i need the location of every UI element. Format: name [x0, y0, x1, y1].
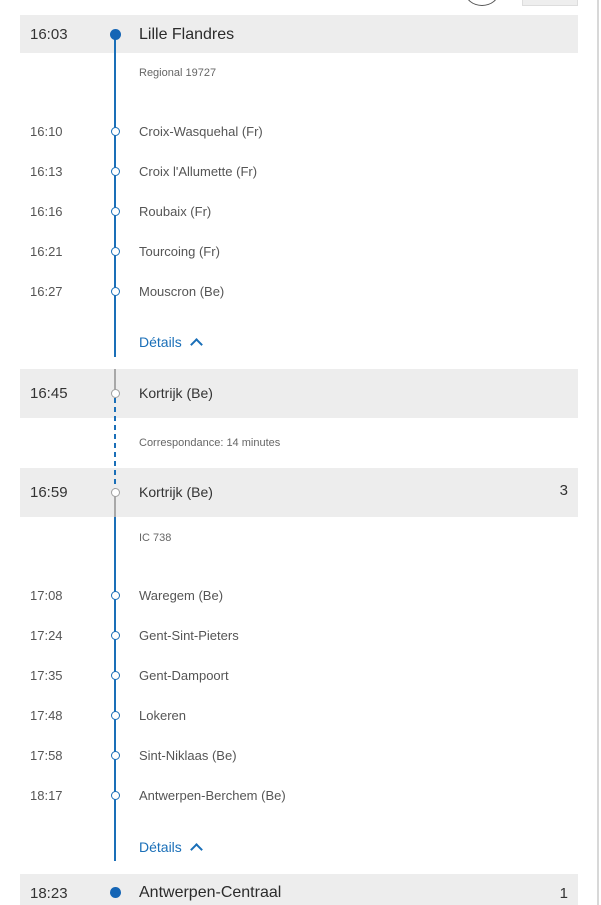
origin-station: Lille Flandres [139, 26, 235, 43]
timeline-transfer [114, 398, 116, 488]
timeline-leg2 [114, 517, 116, 861]
stop-station: Roubaix (Fr) [139, 204, 212, 219]
stop-time: 16:13 [30, 164, 63, 179]
origin-row [20, 15, 578, 53]
stop-time: 16:27 [30, 284, 63, 299]
transfer-departure-station: Kortrijk (Be) [139, 484, 213, 500]
panel-border [597, 0, 599, 905]
stop-dot [110, 247, 120, 256]
stop-station: Antwerpen-Berchem (Be) [139, 788, 286, 803]
destination-row [20, 874, 578, 905]
stop-dot [110, 671, 120, 680]
transfer-departure-time: 16:59 [30, 484, 68, 501]
stop-dot [110, 591, 120, 600]
stop-station: Waregem (Be) [139, 588, 224, 603]
details-label: Détails [139, 334, 182, 350]
timeline-leg1 [114, 35, 116, 357]
leg2-train-label: IC 738 [139, 532, 172, 544]
transfer-arrival-station: Kortrijk (Be) [139, 385, 213, 401]
stop-dot [110, 631, 120, 640]
stop-station: Lokeren [139, 708, 186, 723]
stop-dot [110, 127, 120, 136]
stop-station: Tourcoing (Fr) [139, 244, 220, 259]
origin-time: 16:03 [30, 26, 68, 43]
transfer-arrival-row [20, 369, 578, 418]
connection-info: Correspondance: 14 minutes [139, 437, 281, 449]
stop-dot [110, 207, 120, 216]
leg1-details-toggle[interactable]: Détails [139, 334, 203, 351]
stop-station: Croix-Wasquehal (Fr) [139, 124, 263, 139]
transfer-departure-row [20, 468, 578, 517]
stop-time: 17:08 [30, 588, 63, 603]
transfer-departure-dot [110, 488, 120, 497]
chevron-up-icon [189, 843, 203, 856]
top-action-button[interactable] [522, 0, 578, 6]
chevron-up-icon [189, 338, 203, 351]
stop-dot [110, 711, 120, 720]
stop-time: 17:48 [30, 708, 63, 723]
stop-station: Croix l'Allumette (Fr) [139, 164, 258, 179]
leg2-details-toggle[interactable]: Détails [139, 839, 203, 856]
destination-dot [110, 887, 121, 898]
transfer-arrival-time: 16:45 [30, 385, 68, 402]
stop-station: Gent-Dampoort [139, 668, 229, 683]
destination-time: 18:23 [30, 885, 68, 902]
top-circle-button[interactable] [465, 0, 499, 6]
stop-time: 18:17 [30, 788, 63, 803]
stop-dot [110, 167, 120, 176]
destination-platform: 1 [559, 885, 568, 902]
stop-time: 17:24 [30, 628, 63, 643]
transfer-arrival-dot [110, 389, 120, 398]
origin-dot [110, 29, 121, 40]
stop-dot [110, 791, 120, 800]
stop-time: 16:16 [30, 204, 63, 219]
stop-time: 17:58 [30, 748, 63, 763]
stop-station: Gent-Sint-Pieters [139, 628, 239, 643]
details-label: Détails [139, 839, 182, 855]
stop-time: 16:21 [30, 244, 63, 259]
transfer-departure-platform: 3 [559, 482, 568, 499]
leg1-train-label: Regional 19727 [139, 67, 217, 79]
stop-time: 16:10 [30, 124, 63, 139]
stop-dot [110, 751, 120, 760]
destination-station: Antwerpen-Centraal [139, 884, 282, 901]
stop-dot [110, 287, 120, 296]
stop-time: 17:35 [30, 668, 63, 683]
stop-station: Sint-Niklaas (Be) [139, 748, 237, 763]
stop-station: Mouscron (Be) [139, 284, 225, 299]
